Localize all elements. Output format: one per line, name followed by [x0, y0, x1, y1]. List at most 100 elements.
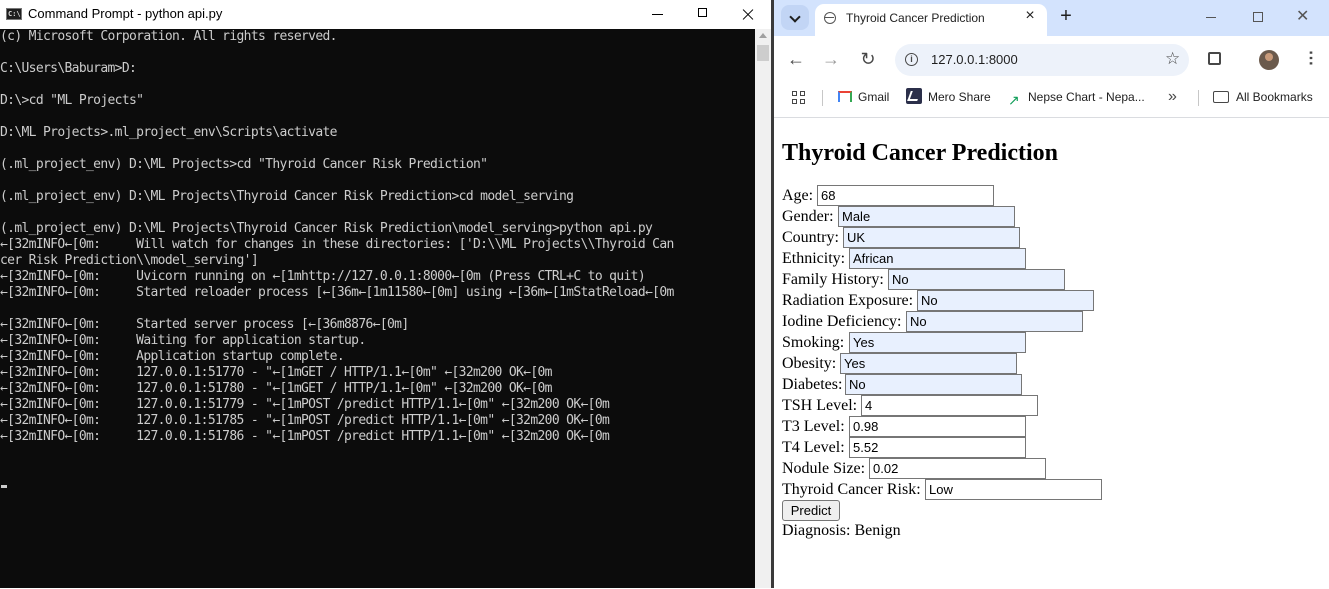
t4-level-label: T4 Level:	[782, 439, 845, 456]
age-label: Age:	[782, 187, 814, 204]
cmd-window-title: Command Prompt - python api.py	[28, 6, 223, 21]
console-line: ←[32mINFO←[0m: Started server process [←…	[0, 317, 409, 332]
diabetes-label: Diabetes:	[782, 376, 843, 393]
console-line: (.ml_project_env) D:\ML Projects>cd "Thy…	[0, 157, 488, 172]
reload-icon[interactable]: ↻	[858, 49, 878, 69]
bookmark-label: Mero Share	[928, 90, 991, 104]
browser-minimize-button[interactable]	[1206, 17, 1216, 18]
page-title: Thyroid Cancer Prediction	[782, 140, 1058, 166]
new-tab-plus-icon[interactable]: +	[1056, 6, 1076, 26]
console-line: ←[32mINFO←[0m: 127.0.0.1:51786 - "←[1mPO…	[0, 429, 610, 444]
tab-close-icon[interactable]: ×	[1022, 8, 1038, 24]
console-line: ←[32mINFO←[0m: 127.0.0.1:51780 - "←[1mGE…	[0, 381, 553, 396]
tab-title: Thyroid Cancer Prediction	[846, 11, 985, 25]
forward-arrow-icon[interactable]: →	[821, 49, 841, 69]
console-line: (c) Microsoft Corporation. All rights re…	[0, 29, 338, 44]
profile-avatar[interactable]	[1259, 50, 1279, 70]
smoking-input[interactable]	[849, 332, 1026, 353]
obesity-label: Obesity:	[782, 355, 837, 372]
command-prompt-window: C:\ Command Prompt - python api.py (c) M…	[0, 0, 771, 588]
address-bar[interactable]: i 127.0.0.1:8000 ☆	[895, 44, 1189, 76]
console-line: (.ml_project_env) D:\ML Projects\Thyroid…	[0, 221, 653, 236]
console-line: ←[32mINFO←[0m: Uvicorn running on ←[1mht…	[0, 269, 646, 284]
cmd-titlebar[interactable]: C:\ Command Prompt - python api.py	[0, 0, 771, 29]
bookmark-label: Gmail	[858, 90, 890, 104]
browser-toolbar: ← → ↻ i 127.0.0.1:8000 ☆ ⋯	[774, 36, 1329, 83]
browser-window: Thyroid Cancer Prediction × + ✕ ← → ↻ i …	[774, 0, 1329, 589]
console-line: D:\ML Projects>.ml_project_env\Scripts\a…	[0, 125, 338, 140]
back-arrow-icon[interactable]: ←	[786, 49, 806, 69]
console-line: ←[32mINFO←[0m: 127.0.0.1:51770 - "←[1mGE…	[0, 365, 553, 380]
obesity-input[interactable]	[840, 353, 1017, 374]
url-text[interactable]: 127.0.0.1:8000	[931, 52, 1018, 67]
bookmark-label: Nepse Chart - Nepa...	[1028, 90, 1145, 104]
cmd-maximize-button[interactable]	[680, 0, 726, 29]
country-label: Country:	[782, 229, 839, 246]
thyroid-cancer-risk-input[interactable]	[925, 479, 1102, 500]
diabetes-input[interactable]	[845, 374, 1022, 395]
tsh-level-label: TSH Level:	[782, 397, 858, 414]
browser-tab[interactable]: Thyroid Cancer Prediction ×	[815, 4, 1047, 36]
iodine-deficiency-input[interactable]	[906, 311, 1083, 332]
cmd-scrollbar[interactable]	[755, 29, 771, 588]
tsh-level-input[interactable]	[861, 395, 1038, 416]
cmd-close-button[interactable]	[725, 0, 771, 29]
gmail-icon	[838, 91, 852, 102]
nodule-size-label: Nodule Size:	[782, 460, 866, 477]
console-line: ←[32mINFO←[0m: 127.0.0.1:51785 - "←[1mPO…	[0, 413, 610, 428]
bookmark-separator	[822, 90, 823, 106]
scrollbar-thumb[interactable]	[757, 45, 769, 61]
console-line: ←[32mINFO←[0m: 127.0.0.1:51779 - "←[1mPO…	[0, 397, 610, 412]
more-bookmarks-chevron-icon[interactable]: »	[1168, 83, 1177, 111]
smoking-label: Smoking:	[782, 334, 845, 351]
predict-button[interactable]: Predict	[782, 500, 840, 521]
console-line: ←[32mINFO←[0m: Application startup compl…	[0, 349, 345, 364]
cmd-app-icon: C:\	[6, 8, 22, 20]
cmd-console-output[interactable]: (c) Microsoft Corporation. All rights re…	[0, 29, 755, 588]
radiation-exposure-label: Radiation Exposure:	[782, 292, 914, 309]
browser-close-button[interactable]: ✕	[1296, 9, 1309, 25]
bookmark-mero-share[interactable]: Mero Share	[906, 83, 991, 113]
cmd-minimize-button[interactable]	[635, 0, 681, 29]
bookmarks-bar: Gmail Mero Share Nepse Chart - Nepa... »…	[774, 83, 1329, 114]
scroll-up-arrow-icon[interactable]	[759, 33, 767, 38]
country-input[interactable]	[843, 227, 1020, 248]
mero-share-icon	[906, 88, 922, 104]
nodule-size-input[interactable]	[869, 458, 1046, 479]
console-cursor	[1, 485, 7, 488]
family-history-label: Family History:	[782, 271, 884, 288]
console-line: D:\>cd "ML Projects"	[0, 93, 144, 108]
t4-level-input[interactable]	[849, 437, 1026, 458]
family-history-input[interactable]	[888, 269, 1065, 290]
extensions-puzzle-icon[interactable]	[1208, 52, 1221, 65]
gender-input[interactable]	[838, 206, 1015, 227]
age-input[interactable]	[817, 185, 994, 206]
folder-icon	[1213, 91, 1229, 103]
ethnicity-label: Ethnicity:	[782, 250, 846, 267]
site-info-icon[interactable]: i	[905, 53, 918, 66]
kebab-menu-icon[interactable]: ⋯	[1302, 50, 1319, 66]
ethnicity-input[interactable]	[849, 248, 1026, 269]
all-bookmarks-folder[interactable]: All Bookmarks	[1213, 83, 1313, 113]
chart-trend-icon	[1008, 86, 1022, 114]
diagnosis-result: Diagnosis: Benign	[782, 522, 901, 539]
page-content: Thyroid Cancer Prediction Age: Gender: C…	[774, 117, 1329, 589]
bookmark-star-icon[interactable]: ☆	[1165, 50, 1180, 68]
tab-search-chevron-icon[interactable]	[781, 5, 809, 30]
apps-grid-icon[interactable]	[792, 91, 806, 105]
console-line: C:\Users\Baburam>D:	[0, 61, 137, 76]
gender-label: Gender:	[782, 208, 834, 225]
radiation-exposure-input[interactable]	[917, 290, 1094, 311]
thyroid-cancer-risk-label: Thyroid Cancer Risk:	[782, 481, 921, 498]
console-line: ←[32mINFO←[0m: Will watch for changes in…	[0, 237, 674, 252]
tab-strip: Thyroid Cancer Prediction × + ✕	[774, 0, 1329, 36]
bookmark-nepse-chart[interactable]: Nepse Chart - Nepa...	[1008, 83, 1145, 114]
t3-level-label: T3 Level:	[782, 418, 845, 435]
console-line: ←[32mINFO←[0m: Started reloader process …	[0, 285, 674, 300]
bookmark-label: All Bookmarks	[1236, 90, 1313, 104]
bookmark-gmail[interactable]: Gmail	[838, 83, 889, 113]
t3-level-input[interactable]	[849, 416, 1026, 437]
browser-maximize-button[interactable]	[1253, 12, 1263, 22]
globe-icon	[824, 12, 836, 24]
console-line: cer Risk Prediction\\model_serving']	[0, 253, 259, 268]
